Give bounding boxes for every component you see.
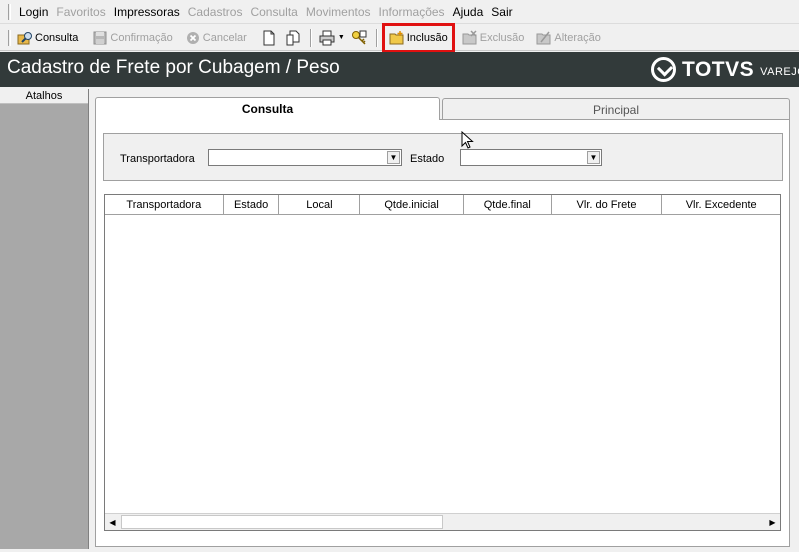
menu-grip <box>8 3 11 20</box>
cancel-icon <box>185 30 201 46</box>
edit-folder-icon <box>536 30 552 46</box>
cancelar-label: Cancelar <box>202 31 247 44</box>
delete-folder-icon <box>462 29 478 46</box>
exclusao-button[interactable]: Exclusão <box>459 27 528 49</box>
grid-header: Transportadora Estado Local Qtde.inicial… <box>105 195 780 215</box>
inclusao-label: Inclusão <box>406 31 448 44</box>
menu-impressoras[interactable]: Impressoras <box>110 0 184 24</box>
page-title: Cadastro de Frete por Cubagem / Peso <box>7 57 340 78</box>
column-header-local[interactable]: Local <box>279 195 361 214</box>
window-header: Cadastro de Frete por Cubagem / Peso TOT… <box>0 52 799 87</box>
menu-cadastros[interactable]: Cadastros <box>184 0 247 24</box>
transportadora-select[interactable]: ▼ <box>208 149 402 166</box>
save-icon <box>92 30 108 46</box>
toolbar-separator-2 <box>375 28 378 47</box>
mouse-cursor-icon <box>461 131 474 149</box>
shortcuts-sidebar: Atalhos <box>0 89 89 549</box>
alteracao-button[interactable]: Alteração <box>533 27 603 49</box>
toolbar-grip <box>8 29 11 46</box>
alteracao-label: Alteração <box>554 31 601 44</box>
menu-informacoes[interactable]: Informações <box>375 0 449 24</box>
confirmacao-label: Confirmação <box>110 31 173 44</box>
scroll-right-icon[interactable]: ▶ <box>765 515 780 529</box>
menu-login[interactable]: Login <box>15 0 52 24</box>
brand-name: TOTVS <box>682 57 755 81</box>
transportadora-label: Transportadora <box>120 153 195 165</box>
column-header-transportadora[interactable]: Transportadora <box>105 195 224 214</box>
tab-principal[interactable]: Principal <box>442 98 790 120</box>
consulta-label: Consulta <box>35 31 79 44</box>
column-header-qtde-final[interactable]: Qtde.final <box>464 195 552 214</box>
key-button[interactable] <box>348 27 372 49</box>
menu-bar: Login Favoritos Impressoras Cadastros Co… <box>0 0 799 24</box>
column-header-estado[interactable]: Estado <box>224 195 280 214</box>
menu-ajuda[interactable]: Ajuda <box>449 0 488 24</box>
totvs-logo-icon <box>651 57 676 82</box>
confirmacao-button[interactable]: Confirmação <box>89 27 175 49</box>
totvs-logo: TOTVS VAREJO <box>651 57 799 82</box>
copy-document-button[interactable] <box>282 27 306 49</box>
estado-value <box>461 152 464 164</box>
copy-document-icon <box>285 30 301 46</box>
menu-consulta[interactable]: Consulta <box>246 0 301 24</box>
menu-sair[interactable]: Sair <box>487 0 516 24</box>
sidebar-title: Atalhos <box>0 89 88 104</box>
transportadora-value <box>209 152 212 164</box>
toolbar: Consulta Confirmação Cancelar ▼ Inclusão… <box>0 22 799 53</box>
add-folder-icon <box>389 30 405 46</box>
search-folder-icon <box>17 30 33 46</box>
scroll-left-icon[interactable]: ◀ <box>105 515 120 529</box>
scrollbar-thumb[interactable] <box>121 515 443 529</box>
column-header-vlr-frete[interactable]: Vlr. do Frete <box>552 195 663 214</box>
menu-movimentos[interactable]: Movimentos <box>302 0 375 24</box>
cancelar-button[interactable]: Cancelar <box>182 27 250 49</box>
printer-icon <box>319 30 335 46</box>
inclusao-button[interactable]: Inclusão <box>381 22 455 53</box>
key-icon <box>351 30 367 46</box>
chevron-down-icon[interactable]: ▼ <box>338 34 345 41</box>
brand-subtitle: VAREJO <box>760 65 799 78</box>
new-document-icon <box>261 30 277 46</box>
exclusao-label: Exclusão <box>479 31 525 44</box>
chevron-down-icon[interactable]: ▼ <box>387 151 400 164</box>
menu-favoritos[interactable]: Favoritos <box>52 0 109 24</box>
column-header-qtde-inicial[interactable]: Qtde.inicial <box>360 195 464 214</box>
print-button[interactable]: ▼ <box>316 27 348 49</box>
tab-consulta[interactable]: Consulta <box>95 97 440 120</box>
estado-select[interactable]: ▼ <box>460 149 602 166</box>
filter-panel: Transportadora ▼ Estado ▼ <box>103 133 783 181</box>
column-header-vlr-excedente[interactable]: Vlr. Excedente <box>662 195 780 214</box>
chevron-down-icon[interactable]: ▼ <box>587 151 600 164</box>
new-document-button[interactable] <box>258 27 282 49</box>
horizontal-scrollbar[interactable]: ◀ ▶ <box>105 513 780 530</box>
results-grid[interactable]: Transportadora Estado Local Qtde.inicial… <box>104 194 781 531</box>
toolbar-separator <box>309 28 312 47</box>
estado-label: Estado <box>410 153 445 165</box>
consulta-button[interactable]: Consulta <box>14 27 81 49</box>
